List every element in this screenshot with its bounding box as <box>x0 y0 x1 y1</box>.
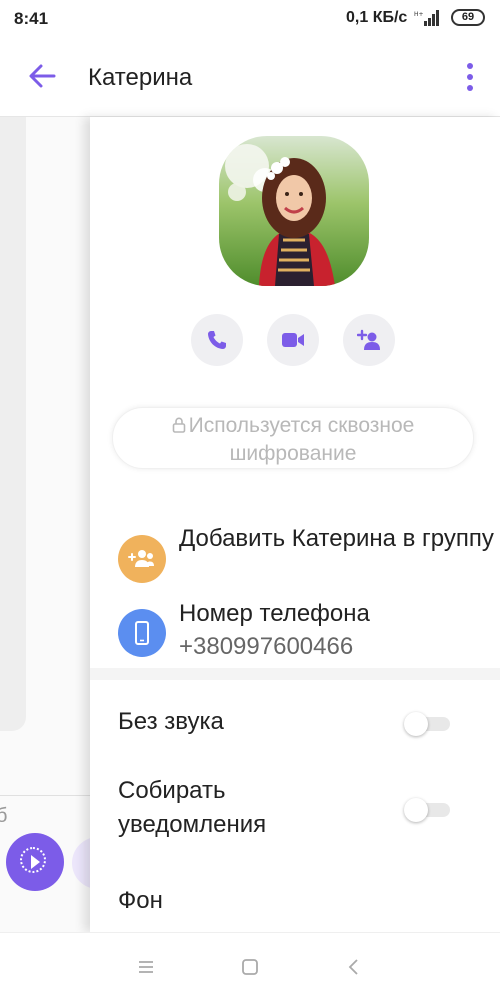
mute-label: Без звука <box>118 708 224 735</box>
chat-message-bubble <box>0 117 26 731</box>
call-button[interactable] <box>191 314 243 366</box>
home-icon[interactable] <box>238 955 262 979</box>
phone-number-value: +380997600466 <box>179 633 354 660</box>
phone-number-row[interactable]: Номер телефона +380997600466 <box>90 600 500 668</box>
video-call-button[interactable] <box>267 314 319 366</box>
voice-message-button[interactable] <box>6 833 64 891</box>
smartphone-icon <box>135 621 149 645</box>
phone-number-label: Номер телефона <box>179 600 370 627</box>
svg-text:H+: H+ <box>414 11 424 18</box>
group-add-icon-badge <box>118 535 166 583</box>
contact-title: Катерина <box>88 64 193 91</box>
contact-avatar[interactable] <box>219 136 369 286</box>
menu-icon[interactable] <box>134 955 158 979</box>
more-options-icon[interactable] <box>458 60 482 94</box>
lock-icon <box>172 417 185 433</box>
encryption-notice-text: Используется сквозное шифрование <box>188 414 415 465</box>
chat-message-text-fragment: б <box>0 805 8 827</box>
smartphone-icon-badge <box>118 609 166 657</box>
collect-notifications-label: Собирать уведомления <box>118 777 267 838</box>
contact-info-panel: Используется сквозное шифрование Добавит… <box>90 117 500 932</box>
network-speed: 0,1 КБ/с <box>346 9 408 26</box>
status-bar: 8:41 0,1 КБ/с H+ 69 <box>0 0 500 38</box>
back-icon[interactable] <box>342 955 366 979</box>
group-add-icon <box>128 550 154 567</box>
signal-icon: H+ <box>414 10 439 26</box>
mute-toggle[interactable] <box>404 712 452 736</box>
video-camera-icon <box>282 333 304 347</box>
collect-notifications-toggle[interactable] <box>404 798 452 822</box>
add-participant-button[interactable] <box>343 314 395 366</box>
add-to-group-row[interactable]: Добавить Катерина в группу <box>90 522 500 596</box>
play-icon <box>31 855 40 869</box>
back-arrow-icon[interactable] <box>26 60 58 92</box>
battery-indicator: 69 <box>451 9 485 26</box>
toggle-thumb <box>404 712 428 736</box>
app-bar: Катерина <box>0 38 500 117</box>
status-time: 8:41 <box>14 9 49 28</box>
section-divider <box>90 668 500 680</box>
phone-icon <box>208 331 226 349</box>
background-setting-label[interactable]: Фон <box>118 884 163 918</box>
add-participant-icon <box>357 329 380 350</box>
chat-background: б <box>0 117 112 932</box>
composer-divider <box>0 795 90 796</box>
toggle-thumb <box>404 798 428 822</box>
encryption-notice[interactable]: Используется сквозное шифрование <box>112 407 474 469</box>
add-to-group-label: Добавить Катерина в группу <box>179 525 494 552</box>
system-navigation-bar <box>0 932 500 1001</box>
